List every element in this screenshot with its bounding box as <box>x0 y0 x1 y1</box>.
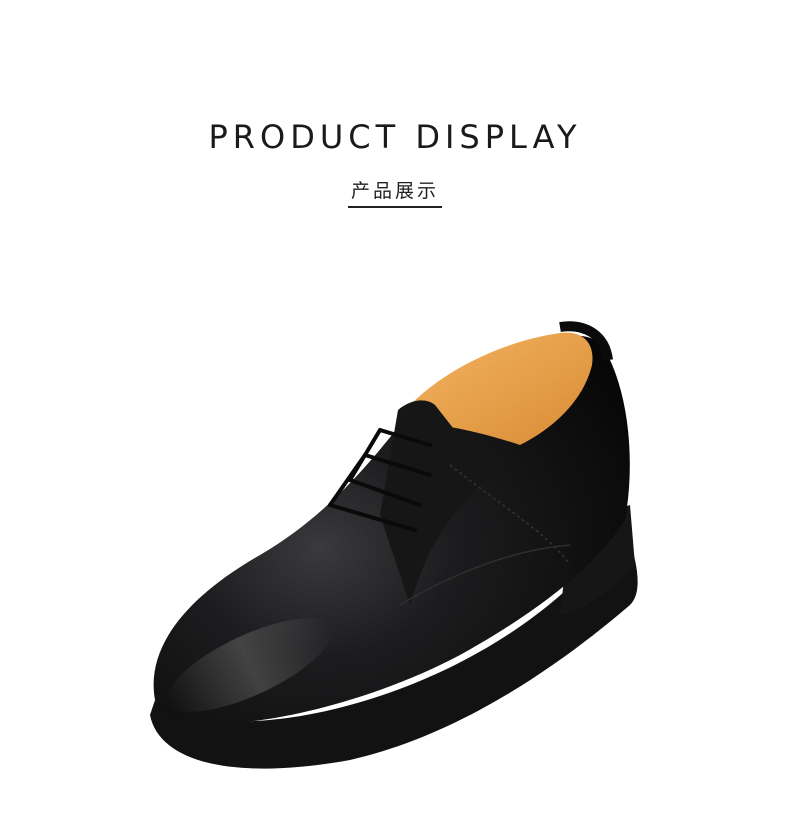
product-display-section: PRODUCT DISPLAY 产品展示 <box>0 0 790 825</box>
section-subtitle: 产品展示 <box>350 180 439 202</box>
subtitle-underline <box>348 206 442 208</box>
section-title: PRODUCT DISPLAY <box>208 118 582 156</box>
product-image <box>150 321 638 769</box>
